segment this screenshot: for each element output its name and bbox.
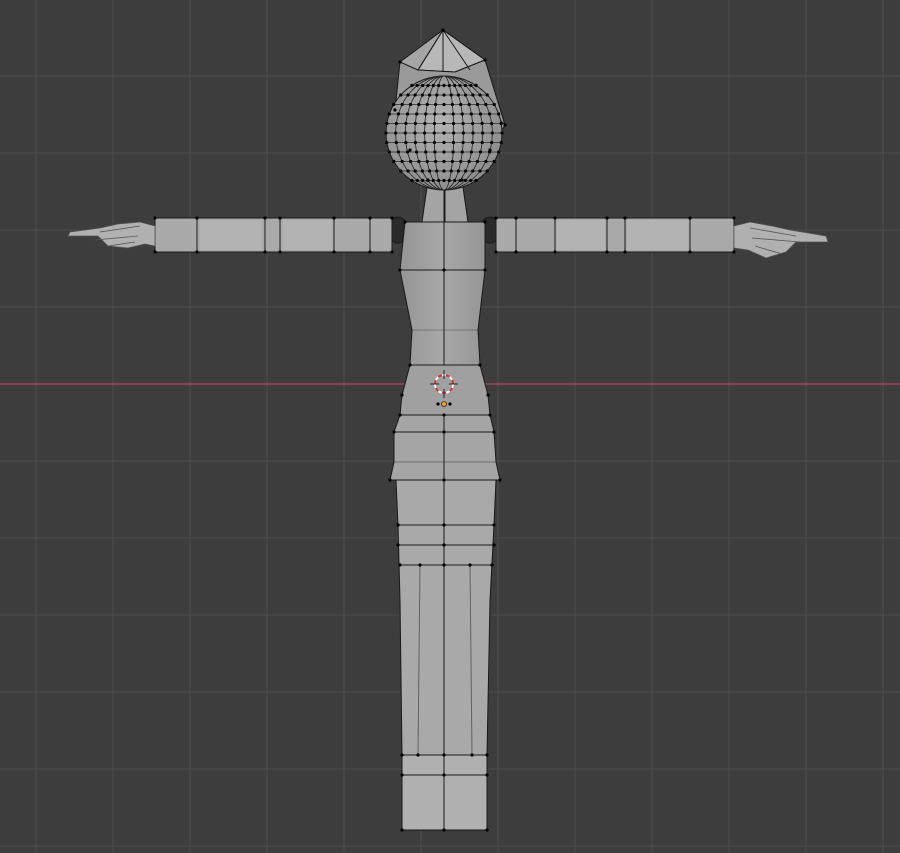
hips[interactable] bbox=[389, 414, 501, 481]
leg-left[interactable] bbox=[395, 479, 445, 831]
3d-viewport[interactable] bbox=[0, 0, 900, 853]
torso[interactable] bbox=[399, 190, 491, 416]
arm-right[interactable] bbox=[495, 217, 735, 253]
arm-left[interactable] bbox=[154, 217, 393, 253]
viewport-canvas[interactable] bbox=[0, 0, 900, 853]
object-origin-icon bbox=[441, 401, 447, 407]
